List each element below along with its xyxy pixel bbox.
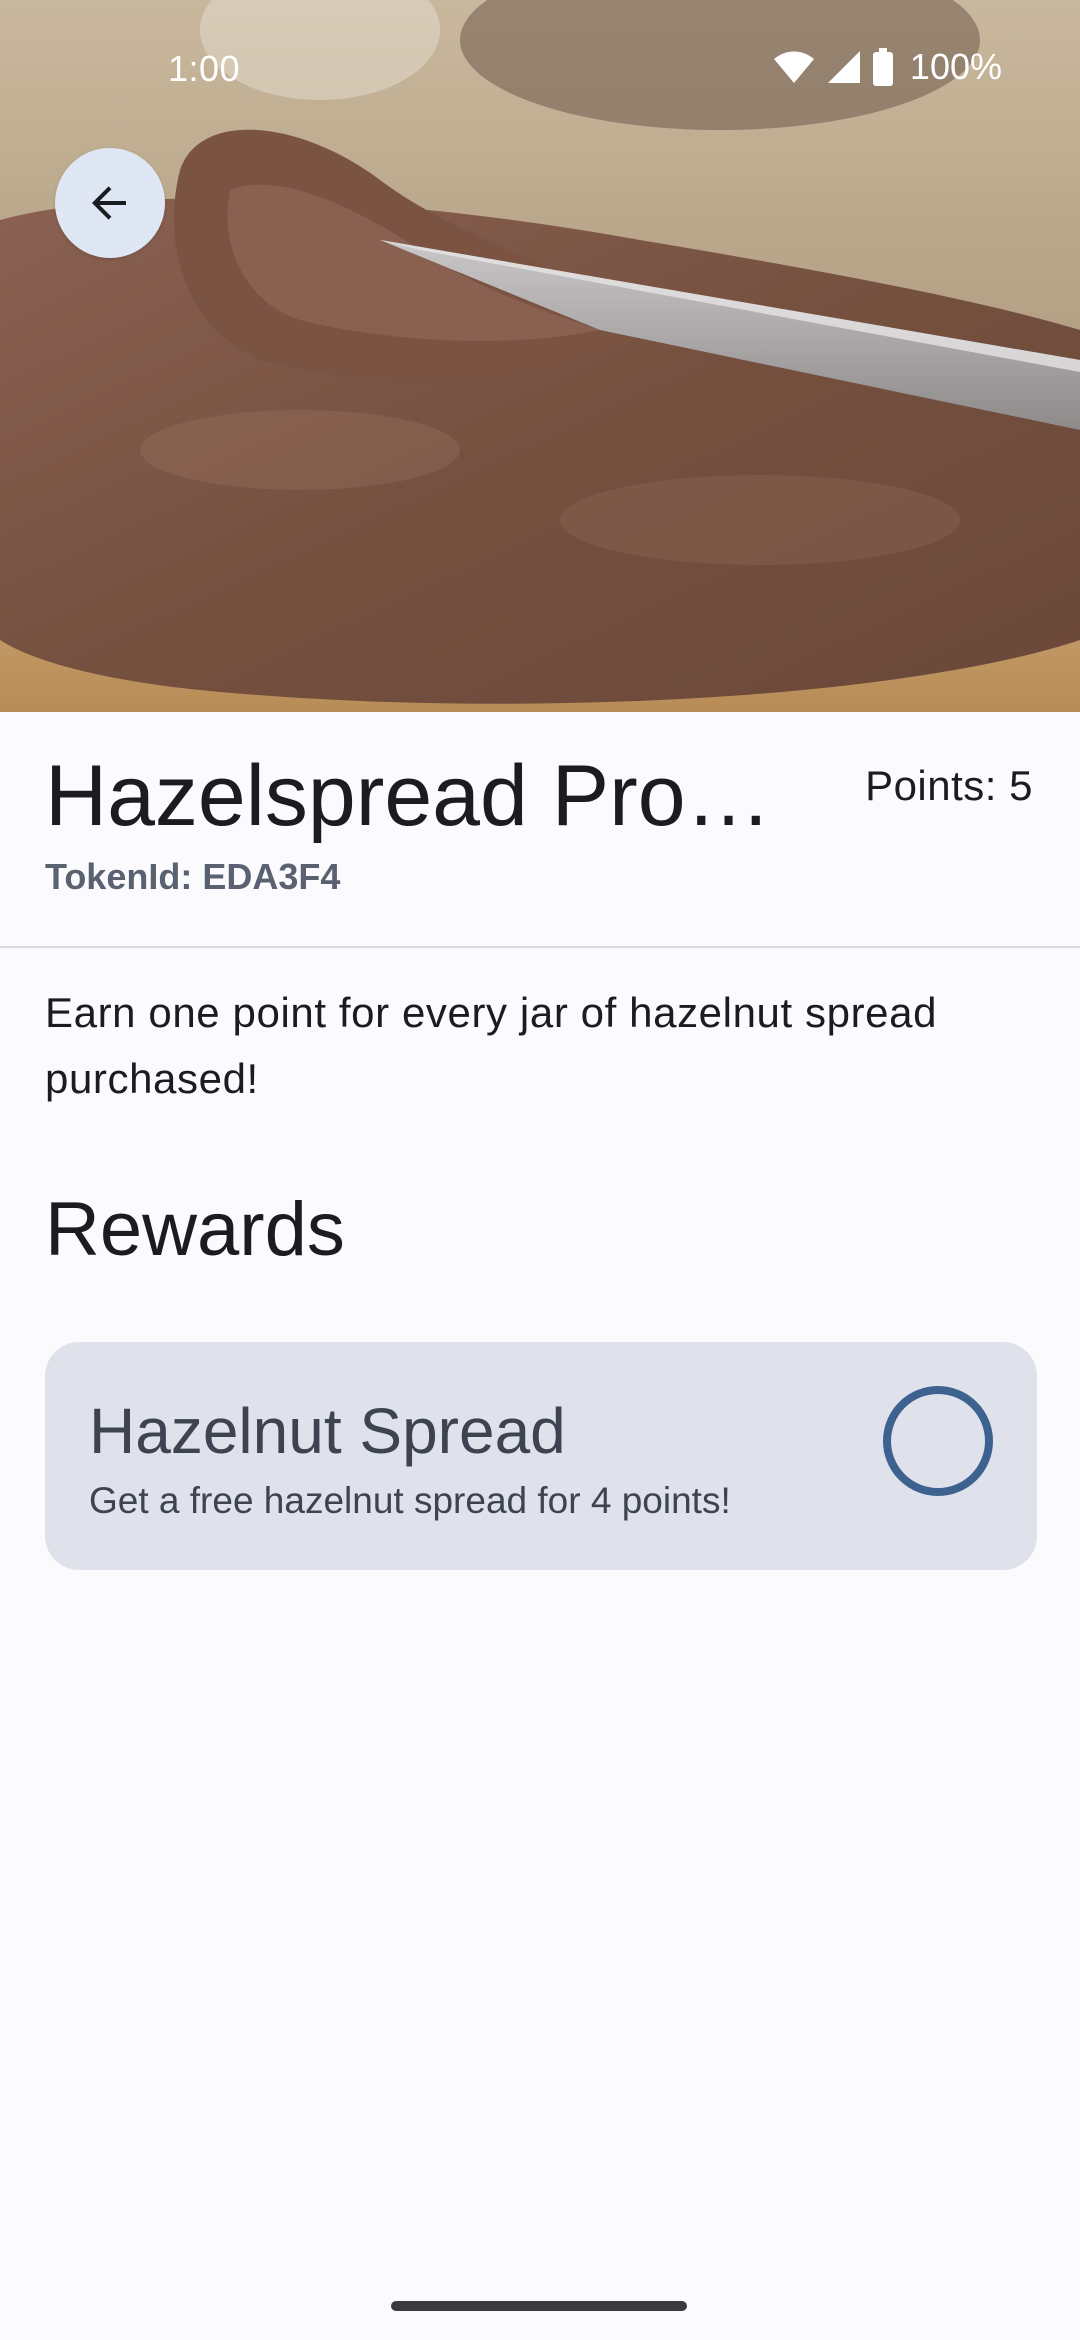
- token-id: TokenId: EDA3F4: [45, 856, 341, 897]
- battery-icon: [872, 48, 893, 86]
- status-bar: 1:00 100%: [0, 0, 1080, 140]
- status-time: 1:00: [168, 48, 241, 89]
- status-icons: 100%: [772, 46, 1002, 88]
- program-description: Earn one point for every jar of hazelnut…: [45, 989, 938, 1102]
- gesture-navigation-handle[interactable]: [391, 2301, 687, 2311]
- screen: 1:00 100% Hazelspread Pro… Points: 5 Tok…: [0, 0, 1080, 2340]
- reward-title: Hazelnut Spread: [89, 1395, 566, 1467]
- reward-card[interactable]: Hazelnut Spread Get a free hazelnut spre…: [45, 1342, 1037, 1570]
- arrow-back-icon: [92, 186, 126, 220]
- rewards-heading: Rewards: [45, 1187, 345, 1272]
- battery-percentage: 100%: [909, 46, 1002, 87]
- reward-select-radio[interactable]: [883, 1386, 993, 1496]
- wifi-icon: [773, 51, 814, 83]
- reward-description: Get a free hazelnut spread for 4 points!: [89, 1480, 731, 1521]
- divider: [0, 946, 1080, 948]
- program-title: Hazelspread Pro…: [45, 748, 772, 844]
- cellular-signal-icon: [827, 51, 860, 83]
- back-button[interactable]: [55, 148, 165, 258]
- points-balance: Points: 5: [865, 762, 1033, 809]
